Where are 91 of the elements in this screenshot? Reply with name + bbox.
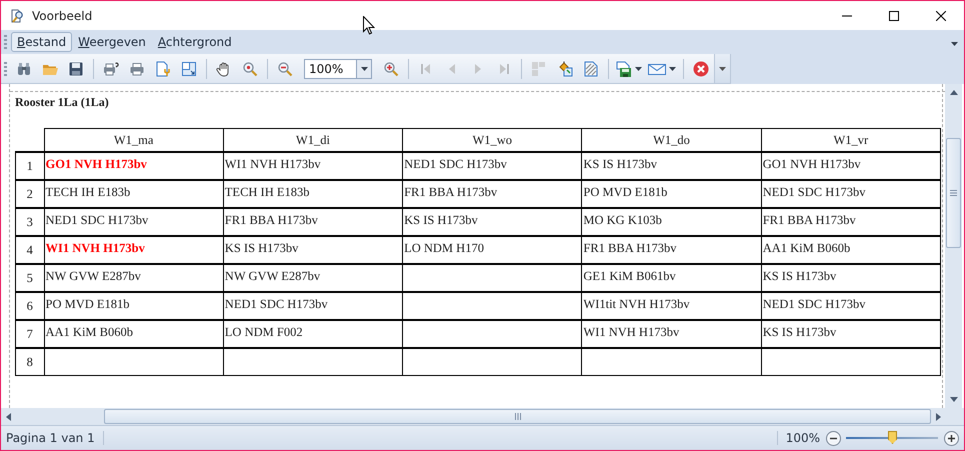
table-cell: PO MVD E181b	[44, 292, 224, 320]
mouse-cursor-icon	[363, 16, 375, 35]
table-cell: NED1 SDC H173bv	[402, 152, 582, 180]
zoom-slider[interactable]	[846, 430, 938, 446]
plus-icon	[944, 430, 958, 446]
toolbar-overflow-button[interactable]	[714, 54, 730, 83]
table-cell: WI1 NVH H173bv	[44, 236, 224, 264]
table-cell: KS IS H173bv	[761, 320, 940, 348]
window-title: Voorbeeld	[32, 8, 92, 22]
table-cell: KS IS H173bv	[223, 236, 403, 264]
slider-thumb[interactable]	[888, 431, 897, 444]
report-title: Rooster 1La (1La)	[15, 95, 109, 110]
magnifier-icon	[242, 60, 258, 76]
menu-item[interactable]: Achtergrond	[152, 32, 238, 52]
column-header: W1_wo	[402, 128, 582, 152]
table-cell: WI1 NVH H173bv	[582, 320, 762, 348]
table-cell: MO KG K103b	[582, 208, 762, 236]
scrollbar-thumb[interactable]	[104, 409, 931, 424]
scroll-left-icon	[6, 412, 10, 420]
menu-item[interactable]: Bestand	[11, 32, 72, 52]
table-cell: AA1 KiM B060b	[44, 320, 224, 348]
table-cell: TECH IH E183b	[44, 180, 224, 208]
caret-icon	[951, 42, 958, 46]
scroll-down-icon	[950, 397, 958, 402]
table-cell: NED1 SDC H173bv	[761, 292, 940, 320]
close-icon	[693, 60, 709, 76]
table-cell: TECH IH E183b	[223, 180, 403, 208]
row-number: 5	[16, 264, 44, 292]
zoom-field[interactable]: 100%	[304, 58, 356, 78]
close-icon	[936, 10, 946, 20]
scrollbar-thumb[interactable]	[946, 138, 961, 248]
column-header: W1_di	[223, 128, 403, 152]
column-header: W1_vr	[761, 128, 940, 152]
zoom-in-icon	[383, 60, 399, 76]
vertical-scrollbar[interactable]	[945, 84, 962, 408]
table-cell: WI1tit NVH H173bv	[582, 292, 762, 320]
table-cell: NW GVW E287bv	[223, 264, 403, 292]
table-cell: GO1 NVH H173bv	[761, 152, 940, 180]
minus-icon	[826, 430, 840, 446]
paint-bucket-icon	[557, 60, 573, 76]
printer-icon	[129, 60, 145, 76]
table-cell: FR1 BBA H173bv	[582, 236, 762, 264]
watermark-icon	[583, 60, 599, 76]
zoom-in-button[interactable]	[942, 429, 960, 447]
table-cell: NED1 SDC H173bv	[223, 292, 403, 320]
table-cell: LO NDM F002	[223, 320, 403, 348]
grip-icon	[514, 413, 520, 420]
resize-icon	[181, 60, 197, 76]
column-header: W1_do	[582, 128, 762, 152]
floppy-export-icon	[616, 60, 632, 76]
table-cell: PO MVD E181b	[582, 180, 762, 208]
row-number: 3	[16, 208, 44, 236]
table-cell: NED1 SDC H173bv	[44, 208, 224, 236]
table-cell: FR1 BBA H173bv	[223, 208, 403, 236]
table-cell: GE1 KiM B061bv	[582, 264, 762, 292]
zoom-level: 100%	[776, 431, 820, 445]
table-cell: KS IS H173bv	[402, 208, 582, 236]
zoom-out-button[interactable]	[824, 429, 842, 447]
table-cell: KS IS H173bv	[582, 152, 762, 180]
caret-icon	[635, 66, 642, 70]
caret-icon	[719, 66, 726, 70]
scroll-up-icon	[950, 90, 958, 95]
row-number: 6	[16, 292, 44, 320]
caret-icon	[669, 66, 676, 70]
table-cell: NED1 SDC H173bv	[761, 180, 940, 208]
grip-icon	[950, 190, 957, 196]
row-number: 1	[16, 152, 44, 180]
table-cell: GO1 NVH H173bv	[44, 152, 224, 180]
pages-icon	[531, 60, 547, 76]
row-number: 8	[16, 348, 44, 376]
binoculars-icon	[16, 60, 32, 76]
row-number: 2	[16, 180, 44, 208]
zoom-out-icon	[277, 60, 293, 76]
table-cell: WI1 NVH H173bv	[223, 152, 403, 180]
table-cell: FR1 BBA H173bv	[402, 180, 582, 208]
maximize-icon	[888, 10, 898, 20]
table-cell: FR1 BBA H173bv	[761, 208, 940, 236]
page-indicator: Pagina 1 van 1	[6, 431, 104, 445]
dropdown-button[interactable]	[356, 58, 372, 78]
row-number: 7	[16, 320, 44, 348]
printer-question-icon	[103, 60, 119, 76]
document-wrench-icon	[155, 60, 171, 76]
table-cell: KS IS H173bv	[761, 264, 940, 292]
scroll-right-icon	[936, 412, 940, 420]
table-cell: AA1 KiM B060b	[761, 236, 940, 264]
table-cell: NW GVW E287bv	[44, 264, 224, 292]
column-header: W1_ma	[44, 128, 224, 152]
caret-icon	[360, 66, 368, 70]
row-number: 4	[16, 236, 44, 264]
menu-item[interactable]: Weergeven	[72, 32, 152, 52]
table-cell: LO NDM H170	[402, 236, 582, 264]
